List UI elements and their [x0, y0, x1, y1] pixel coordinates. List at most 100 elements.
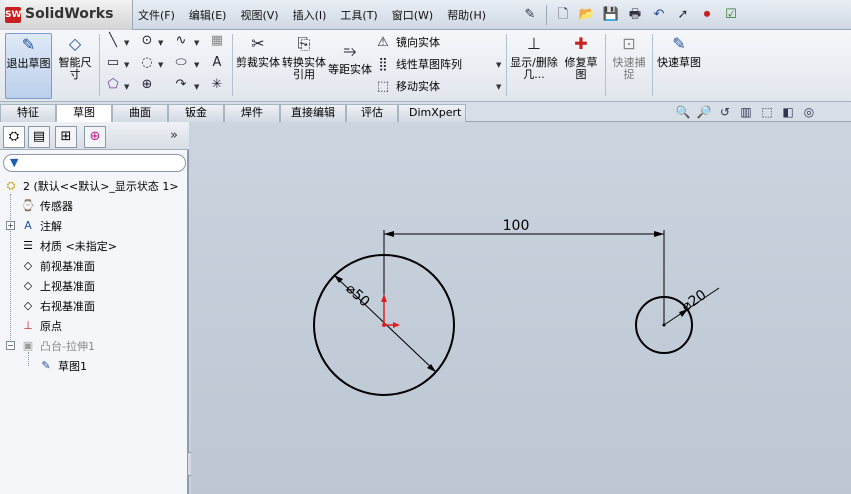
fillet-dropdown-arrow[interactable]: ▼ [194, 83, 199, 91]
sensor-icon: ⌚ [21, 199, 35, 212]
spline-icon[interactable]: ∿ [172, 32, 190, 50]
select-cursor-icon[interactable]: ➚ [673, 5, 693, 25]
tree-item-origin[interactable]: ⊥ 原点 [20, 316, 62, 336]
display-delete-relations-button[interactable]: ⊥ 显示/删除几... [510, 33, 558, 81]
property-manager-tab-icon[interactable]: ▤ [28, 126, 50, 148]
configuration-manager-tab-icon[interactable]: ⊞ [55, 126, 77, 148]
arc-icon[interactable]: ◌ [138, 54, 156, 72]
polygon-icon[interactable]: ⬠ [104, 76, 122, 94]
line-dropdown-arrow[interactable]: ▼ [124, 39, 129, 47]
tab-features[interactable]: 特征 [0, 104, 56, 122]
menu-help[interactable]: 帮助(H) [447, 7, 486, 23]
tree-item-part[interactable]: ⛭ 2 (默认<<默认>_显示状态 1> [3, 176, 179, 196]
menu-file[interactable]: 文件(F) [138, 7, 175, 23]
fillet-icon[interactable]: ↷ [172, 76, 190, 94]
text-tool-icon[interactable]: A [208, 54, 226, 72]
new-document-icon[interactable]: 🗋 [553, 5, 573, 25]
solidworks-logo-icon: SW [5, 7, 21, 23]
circle-dropdown-arrow[interactable]: ▼ [158, 39, 163, 47]
rebuild-traffic-light-icon[interactable]: ⏺ [697, 5, 717, 25]
tab-weldments[interactable]: 焊件 [224, 104, 280, 122]
polygon-dropdown-arrow[interactable]: ▼ [124, 83, 129, 91]
menu-tools[interactable]: 工具(T) [340, 7, 377, 23]
trim-entities-button[interactable]: ✂ 剪裁实体 [236, 33, 280, 69]
tree-item-boss-extrude[interactable]: ▣ 凸台-拉伸1 [20, 336, 95, 356]
offset-entities-button[interactable]: ⥱ 等距实体 [328, 40, 372, 76]
large-diameter-text[interactable]: ⌀50 [342, 281, 372, 311]
menu-view[interactable]: 视图(V) [240, 7, 278, 23]
line-icon[interactable]: ╲ [104, 32, 122, 50]
point-icon[interactable]: ✳ [208, 76, 226, 94]
ellipse-dropdown-arrow[interactable]: ▼ [194, 61, 199, 69]
menu-window[interactable]: 窗口(W) [392, 7, 433, 23]
sketch-canvas[interactable]: 100 ⌀50 ⌀20 [191, 122, 851, 494]
more-tabs-icon[interactable]: » [170, 128, 178, 143]
tree-item-sketch1[interactable]: ✎ 草图1 [38, 356, 87, 376]
tree-item-sensors[interactable]: ⌚ 传感器 [20, 196, 73, 216]
linear-pattern-dropdown-arrow[interactable]: ▼ [496, 61, 501, 69]
heads-up-view-toolbar: 🔍 🔎 ↺ ▥ ⬚ ◧ ◎ [674, 104, 818, 120]
rectangle-icon[interactable]: ▭ [104, 54, 122, 72]
tab-sheet-metal[interactable]: 钣金 [168, 104, 224, 122]
dimxpert-manager-tab-icon[interactable]: ⊕ [84, 126, 106, 148]
origin-point[interactable] [382, 323, 386, 327]
convert-label: 转换实体引用 [282, 56, 326, 81]
mirror-entities-button[interactable]: ⚠ 镜向实体 [374, 34, 440, 50]
zoom-to-fit-icon[interactable]: 🔍 [674, 104, 692, 120]
circle-icon[interactable]: ⊙ [138, 32, 156, 50]
options-icon[interactable]: ☑ [721, 5, 741, 25]
menu-edit[interactable]: 编辑(E) [189, 7, 227, 23]
pin-icon[interactable]: ✎ [520, 5, 540, 25]
tree-filter-input[interactable]: ▼ [3, 154, 186, 172]
tab-surfaces[interactable]: 曲面 [112, 104, 168, 122]
tab-sketch[interactable]: 草图 [56, 104, 112, 123]
tab-direct-editing[interactable]: 直接编辑 [280, 104, 346, 122]
tree-item-material[interactable]: ☰ 材质 <未指定> [20, 236, 117, 256]
grid-icon[interactable]: ▦ [208, 32, 226, 50]
feature-manager-panel: ⛭ ▤ ⊞ ⊕ » ▼ ⛭ 2 (默认<<默认>_显示状态 1> ⌚ 传感器 +… [0, 122, 195, 494]
previous-view-icon[interactable]: ↺ [716, 104, 734, 120]
display-style-icon[interactable]: ◧ [779, 104, 797, 120]
tab-evaluate[interactable]: 评估 [346, 104, 398, 122]
view-orientation-icon[interactable]: ⬚ [758, 104, 776, 120]
linear-pattern-button[interactable]: ⣿ 线性草图阵列 [374, 56, 462, 72]
distance-dimension-text[interactable]: 100 [503, 218, 530, 234]
rapid-sketch-button[interactable]: ✎ 快速草图 [656, 33, 702, 69]
spline-dropdown-arrow[interactable]: ▼ [194, 39, 199, 47]
toolbar-separator [546, 5, 547, 25]
save-icon[interactable]: 💾 [601, 5, 621, 25]
ellipse-icon[interactable]: ⬭ [172, 54, 190, 72]
tab-dimxpert[interactable]: DimXpert [398, 104, 466, 122]
arc-dropdown-arrow[interactable]: ▼ [158, 61, 163, 69]
rectangle-dropdown-arrow[interactable]: ▼ [124, 61, 129, 69]
tree-item-top-plane[interactable]: ◇ 上视基准面 [20, 276, 95, 296]
hide-show-icon[interactable]: ◎ [800, 104, 818, 120]
open-folder-icon[interactable]: 📂 [577, 5, 597, 25]
smart-dimension-button[interactable]: ◇ 智能尺寸 [54, 33, 96, 81]
graphics-area[interactable]: 100 ⌀50 ⌀20 [191, 122, 851, 494]
move-entities-button[interactable]: ⬚ 移动实体 [374, 78, 440, 94]
feature-manager-tab-icon[interactable]: ⛭ [3, 126, 25, 148]
center-point-icon[interactable]: ⊕ [138, 76, 156, 94]
exit-sketch-button[interactable]: ✎ 退出草图 [5, 33, 52, 99]
print-icon[interactable]: 🖶 [625, 5, 645, 25]
expand-annotations-toggle[interactable]: + [6, 221, 15, 230]
quick-access-toolbar: ✎ 🗋 📂 💾 🖶 ↶ ➚ ⏺ ☑ [520, 5, 741, 25]
move-dropdown-arrow[interactable]: ▼ [496, 83, 501, 91]
undo-icon[interactable]: ↶ [649, 5, 669, 25]
convert-icon: ⎘ [297, 34, 311, 53]
tree-item-front-plane[interactable]: ◇ 前视基准面 [20, 256, 95, 276]
convert-entities-button[interactable]: ⎘ 转换实体引用 [282, 33, 326, 81]
tree-item-right-plane[interactable]: ◇ 右视基准面 [20, 296, 95, 316]
panel-tab-strip: ⛭ ▤ ⊞ ⊕ » [0, 122, 189, 150]
menu-insert[interactable]: 插入(I) [293, 7, 327, 23]
small-circle-center[interactable] [662, 323, 666, 327]
repair-sketch-button[interactable]: ✚ 修复草图 [560, 33, 602, 81]
section-view-icon[interactable]: ▥ [737, 104, 755, 120]
collapse-boss-extrude-toggle[interactable]: − [6, 341, 15, 350]
zoom-area-icon[interactable]: 🔎 [695, 104, 713, 120]
tree-item-annotations[interactable]: A 注解 [20, 216, 62, 236]
app-logo[interactable]: SW SolidWorks [0, 0, 133, 30]
quick-snaps-button[interactable]: ⊡ 快速捕捉 [609, 33, 649, 81]
trim-label: 剪裁实体 [236, 56, 280, 69]
